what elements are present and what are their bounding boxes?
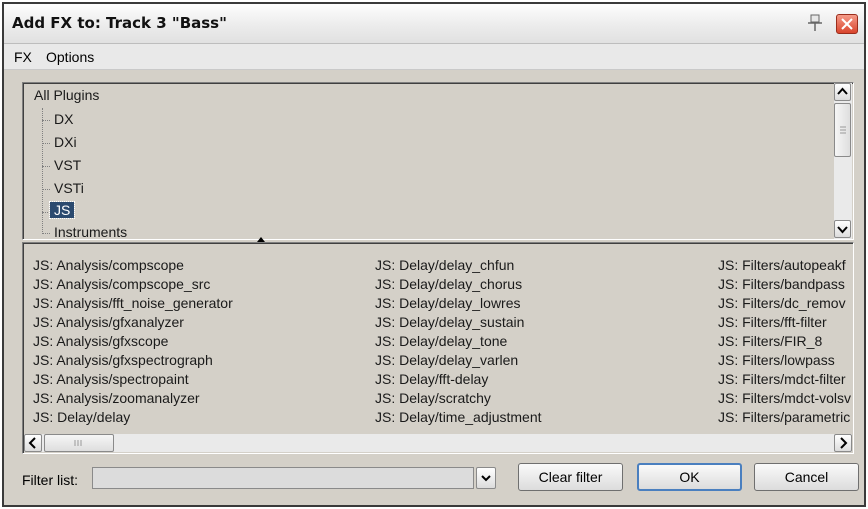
tree-item-js[interactable]: JS: [48, 201, 76, 219]
menu-bar: FX Options: [4, 44, 864, 70]
plugin-list-item[interactable]: JS: Analysis/compscope_src: [33, 275, 233, 294]
scroll-right-button[interactable]: [834, 434, 852, 452]
chevron-down-icon: [837, 226, 848, 234]
plugin-list[interactable]: JS: Analysis/compscope JS: Analysis/comps…: [22, 242, 854, 454]
filter-label: Filter list:: [22, 472, 78, 488]
plugin-list-item[interactable]: JS: Delay/time_adjustment: [375, 408, 542, 427]
tree-vertical-scrollbar[interactable]: [834, 83, 852, 239]
plugin-list-item[interactable]: JS: Delay/fft-delay: [375, 370, 542, 389]
tree-connector: [42, 166, 50, 167]
filter-history-dropdown[interactable]: [476, 467, 496, 489]
plugin-list-item[interactable]: JS: Filters/FIR_8: [718, 332, 851, 351]
tree-item-instruments[interactable]: Instruments: [54, 224, 127, 240]
plugin-list-item[interactable]: JS: Analysis/gfxscope: [33, 332, 233, 351]
tree-connector: [42, 212, 50, 213]
plugin-category-tree[interactable]: All Plugins: [22, 82, 854, 240]
list-horizontal-scrollbar[interactable]: [24, 434, 852, 452]
plugin-list-item[interactable]: JS: Delay/delay_varlen: [375, 351, 542, 370]
plugin-list-item[interactable]: JS: Analysis/spectropaint: [33, 370, 233, 389]
plugin-list-item[interactable]: JS: Filters/bandpass: [718, 275, 851, 294]
plugin-list-item[interactable]: JS: Analysis/zoomanalyzer: [33, 389, 233, 408]
tree-connector: [42, 120, 50, 121]
plugin-column: JS: Filters/autopeakf JS: Filters/bandpas…: [718, 256, 851, 427]
tree-item-vst[interactable]: VST: [54, 157, 81, 173]
plugin-list-item[interactable]: JS: Analysis/gfxspectrograph: [33, 351, 233, 370]
plugin-list-item[interactable]: JS: Delay/delay_sustain: [375, 313, 542, 332]
close-icon: [841, 18, 853, 30]
plugin-list-item[interactable]: JS: Filters/fft-filter: [718, 313, 851, 332]
plugin-column: JS: Delay/delay_chfun JS: Delay/delay_cho…: [375, 256, 542, 427]
plugin-column: JS: Analysis/compscope JS: Analysis/comps…: [33, 256, 233, 427]
chevron-right-icon: [840, 437, 848, 449]
filter-input[interactable]: [92, 467, 474, 489]
scroll-down-button[interactable]: [834, 220, 851, 238]
close-button[interactable]: [836, 14, 858, 34]
tree-connector: [42, 233, 50, 234]
plugin-list-item[interactable]: JS: Filters/mdct-filter: [718, 370, 851, 389]
tree-connector: [42, 189, 50, 190]
plugin-list-item[interactable]: JS: Filters/autopeakf: [718, 256, 851, 275]
tree-item-dx[interactable]: DX: [54, 111, 73, 127]
add-fx-dialog: Add FX to: Track 3 "Bass" FX Options All…: [2, 2, 866, 507]
tree-item-vsti[interactable]: VSTi: [54, 180, 84, 196]
plugin-list-item[interactable]: JS: Delay/delay_tone: [375, 332, 542, 351]
title-bar[interactable]: Add FX to: Track 3 "Bass": [4, 4, 864, 44]
plugin-list-item[interactable]: JS: Filters/mdct-volsv: [718, 389, 851, 408]
window-title: Add FX to: Track 3 "Bass": [12, 14, 227, 32]
scroll-thumb[interactable]: [834, 103, 851, 157]
plugin-list-item[interactable]: JS: Filters/lowpass: [718, 351, 851, 370]
scroll-up-button[interactable]: [834, 83, 851, 101]
ok-button[interactable]: OK: [637, 463, 742, 491]
scroll-left-button[interactable]: [24, 434, 42, 452]
tree-item-dxi[interactable]: DXi: [54, 134, 77, 150]
plugin-list-item[interactable]: JS: Filters/parametric: [718, 408, 851, 427]
scroll-thumb[interactable]: [44, 434, 114, 452]
menu-fx[interactable]: FX: [14, 49, 32, 65]
tree-item-all-plugins[interactable]: All Plugins: [34, 87, 99, 103]
plugin-list-item[interactable]: JS: Delay/delay_lowres: [375, 294, 542, 313]
dialog-footer: Filter list: Clear filter OK Cancel: [4, 458, 864, 498]
menu-options[interactable]: Options: [46, 49, 94, 65]
plugin-list-item[interactable]: JS: Analysis/fft_noise_generator: [33, 294, 233, 313]
plugin-list-item[interactable]: JS: Filters/dc_remov: [718, 294, 851, 313]
plugin-list-item[interactable]: JS: Analysis/gfxanalyzer: [33, 313, 233, 332]
cancel-button[interactable]: Cancel: [754, 463, 859, 491]
chevron-down-icon: [481, 475, 491, 482]
plugin-list-item[interactable]: JS: Delay/delay_chfun: [375, 256, 542, 275]
plugin-list-item[interactable]: JS: Delay/delay: [33, 408, 233, 427]
plugin-list-item[interactable]: JS: Delay/delay_chorus: [375, 275, 542, 294]
plugin-list-item[interactable]: JS: Analysis/compscope: [33, 256, 233, 275]
tree-connector: [42, 143, 50, 144]
pin-icon[interactable]: [806, 13, 824, 33]
plugin-list-item[interactable]: JS: Delay/scratchy: [375, 389, 542, 408]
tree-connector: [42, 108, 43, 234]
chevron-left-icon: [28, 437, 36, 449]
chevron-up-icon: [837, 87, 848, 95]
clear-filter-button[interactable]: Clear filter: [518, 463, 623, 491]
